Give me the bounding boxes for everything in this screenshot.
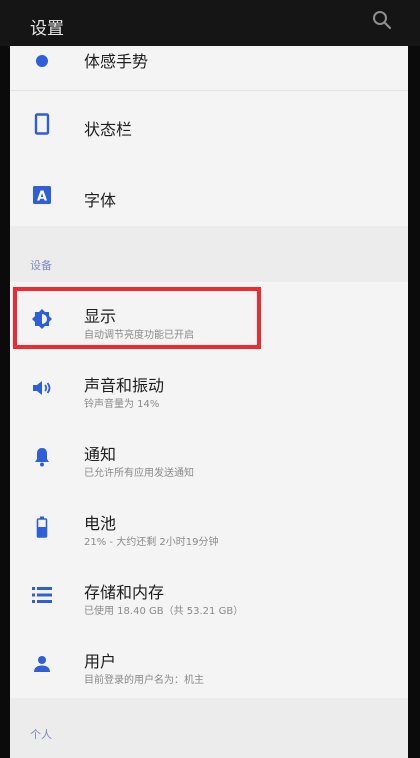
storage-icon bbox=[32, 587, 52, 603]
settings-item-summary: 已允许所有应用发送通知 bbox=[84, 468, 194, 479]
svg-text:A: A bbox=[37, 190, 47, 205]
settings-item-gestures[interactable]: 体感手势 bbox=[10, 46, 408, 94]
settings-item-notifications[interactable]: 通知 已允许所有应用发送通知 bbox=[10, 421, 408, 487]
section-background bbox=[10, 698, 408, 758]
settings-item-summary: 铃声音量为 14% bbox=[84, 399, 160, 410]
settings-item-summary: 目前登录的用户名为：机主 bbox=[84, 675, 204, 686]
settings-item-summary: 21% - 大约还剩 2小时19分钟 bbox=[84, 537, 219, 548]
gesture-icon bbox=[36, 55, 48, 67]
speaker-icon bbox=[33, 381, 51, 395]
settings-item-storage[interactable]: 存储和内存 已使用 18.40 GB（共 53.21 GB） bbox=[10, 559, 408, 625]
battery-icon bbox=[36, 516, 48, 538]
settings-item-label: 声音和振动 bbox=[84, 376, 165, 395]
settings-item-label: 存储和内存 bbox=[84, 583, 165, 602]
settings-list: 体感手势 状态栏 A 字体 设备 显示 自动调节亮度功能已开启 声音和振动 铃声… bbox=[10, 46, 408, 758]
bell-icon bbox=[35, 448, 49, 467]
settings-item-status-bar[interactable]: 状态栏 bbox=[10, 91, 408, 157]
font-a-icon: A bbox=[33, 186, 51, 205]
section-header-device: 设备 bbox=[30, 259, 52, 272]
page-title: 设置 bbox=[30, 19, 64, 39]
settings-item-label: 字体 bbox=[84, 191, 117, 210]
settings-item-label: 用户 bbox=[84, 652, 117, 671]
settings-item-sound[interactable]: 声音和振动 铃声音量为 14% bbox=[10, 352, 408, 418]
highlight-box bbox=[13, 287, 261, 349]
settings-item-battery[interactable]: 电池 21% - 大约还剩 2小时19分钟 bbox=[10, 490, 408, 556]
app-bar: 设置 bbox=[0, 0, 420, 46]
search-icon[interactable] bbox=[371, 9, 393, 31]
section-background bbox=[10, 226, 408, 282]
settings-item-summary: 已使用 18.40 GB（共 53.21 GB） bbox=[84, 606, 244, 617]
settings-item-users[interactable]: 用户 目前登录的用户名为：机主 bbox=[10, 628, 408, 694]
settings-item-label: 通知 bbox=[84, 445, 117, 464]
settings-item-label: 状态栏 bbox=[84, 120, 133, 139]
settings-item-label: 体感手势 bbox=[84, 52, 149, 71]
user-icon bbox=[34, 656, 50, 672]
settings-screen: 设置 体感手势 状态栏 A 字体 设备 显示 自动调节亮度功能已开启 声音和振动… bbox=[0, 0, 420, 758]
settings-item-font[interactable]: A 字体 bbox=[10, 162, 408, 228]
section-header-personal: 个人 bbox=[30, 728, 52, 741]
settings-item-label: 电池 bbox=[84, 514, 117, 533]
phone-outline-icon bbox=[34, 113, 50, 135]
